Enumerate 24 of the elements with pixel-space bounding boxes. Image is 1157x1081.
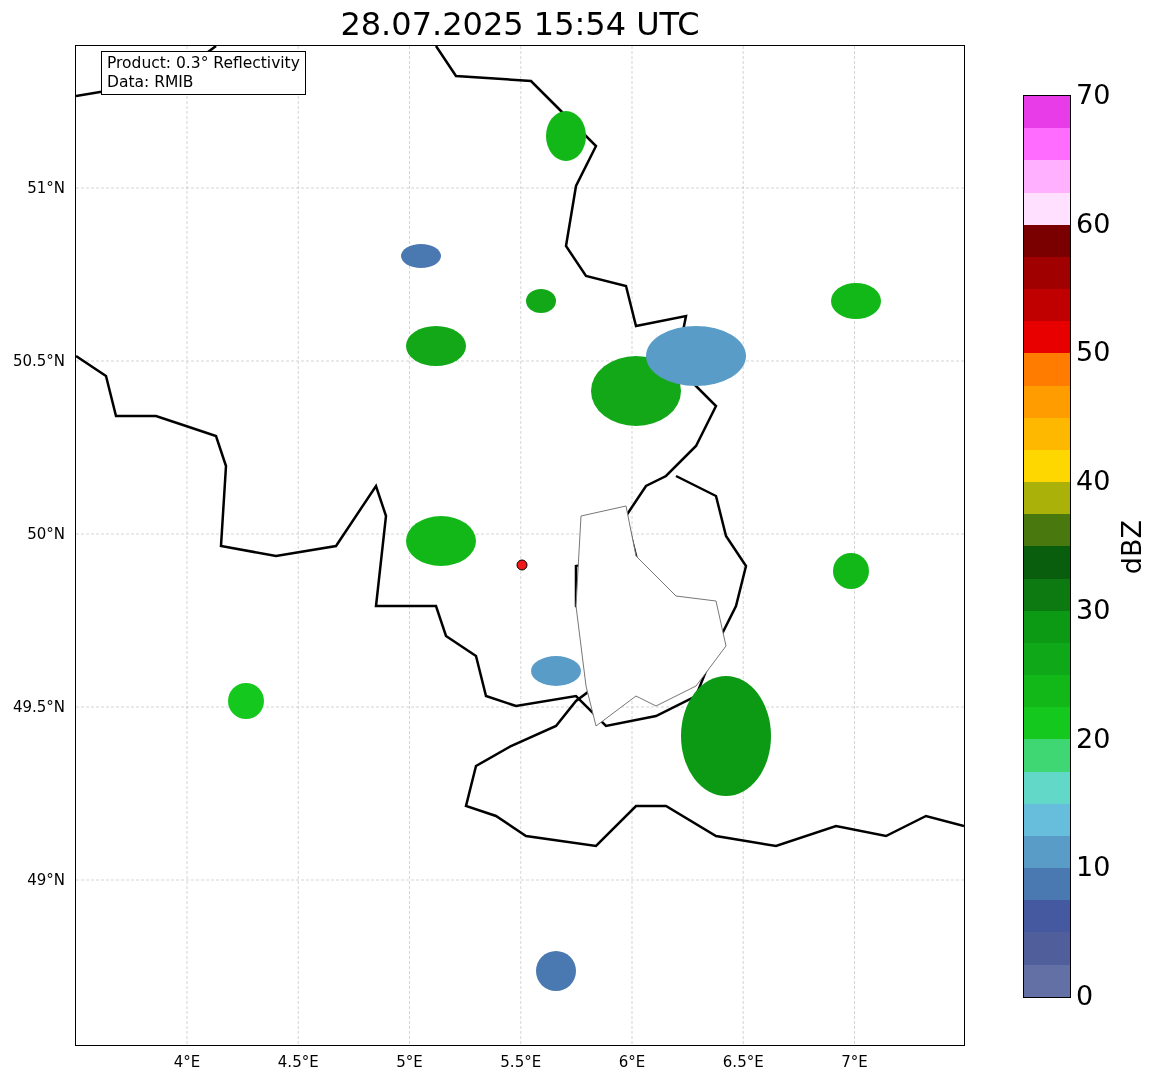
axis-tick-label: 4.5°E <box>277 1052 319 1073</box>
axis-tick-label: 5°E <box>396 1052 423 1073</box>
axis-tick-label: 7°E <box>841 1052 868 1073</box>
colorbar-tick-label: 0 <box>1076 981 1094 1011</box>
axis-tick-label: 50.5°N <box>12 350 65 372</box>
axis-tick-label: 6°E <box>618 1052 646 1073</box>
axis-tick-label: 50°N <box>27 523 65 545</box>
axis-tick-label: 51°N <box>27 177 65 199</box>
axis-tick-label: 49.5°N <box>12 696 65 718</box>
axis-tick-label: 6.5°E <box>722 1052 764 1073</box>
colorbar-tick-label: 10 <box>1076 852 1111 883</box>
axis-tick-label: 4°E <box>173 1052 201 1073</box>
colorbar-tick-label: 60 <box>1076 208 1111 239</box>
info-text: Data: RMIB <box>107 73 195 92</box>
colorbar-tick-label: 70 <box>1076 80 1111 110</box>
colorbar-tick-label: 50 <box>1076 337 1111 368</box>
axis-tick-label: 49°N <box>27 869 65 891</box>
colorbar-tick-label: 20 <box>1076 723 1111 754</box>
colorbar-tick-label: 30 <box>1076 594 1111 625</box>
colorbar-label: dBZ <box>1117 520 1147 575</box>
chart-title: 28.07.2025 15:54 UTC <box>339 4 701 45</box>
colorbar-tick-label: 40 <box>1076 466 1111 497</box>
axis-tick-label: 5.5°E <box>500 1052 542 1073</box>
info-text: Product: 0.3° Reflectivity <box>107 54 300 73</box>
